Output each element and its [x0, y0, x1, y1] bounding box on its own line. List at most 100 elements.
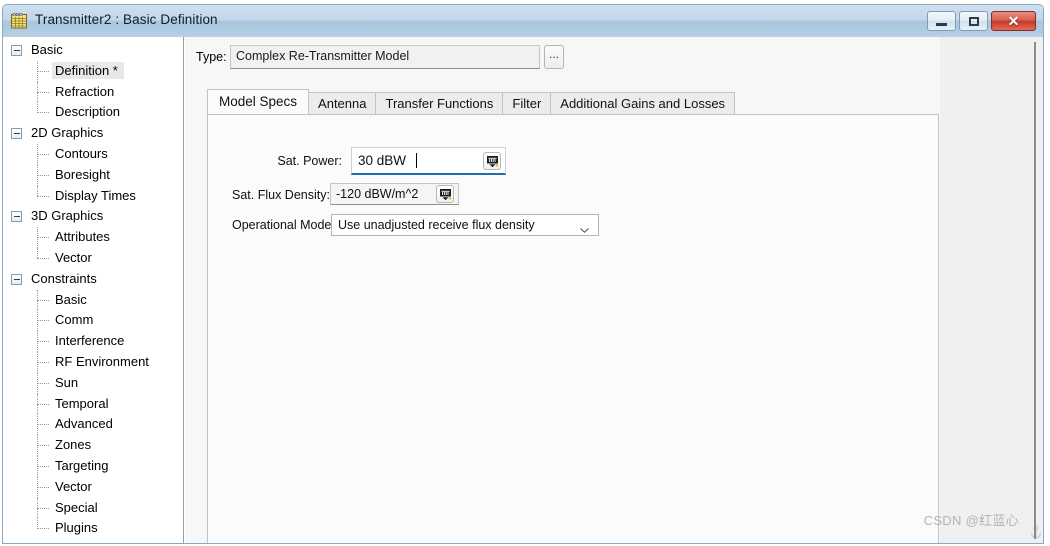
- type-browse-button[interactable]: ...: [544, 45, 564, 69]
- tree-collapse-icon[interactable]: [11, 211, 22, 223]
- sat-power-input[interactable]: 30 dBW: [351, 147, 506, 175]
- tree-collapse-icon[interactable]: [11, 128, 22, 140]
- maximize-button[interactable]: [959, 11, 988, 31]
- tree-item-label: Constraints: [31, 270, 97, 286]
- anchor-icon: [1029, 525, 1043, 539]
- tree-item-interference[interactable]: Interference: [3, 331, 183, 352]
- tab-filter[interactable]: Filter: [502, 92, 552, 114]
- tree-item-label: Boresight: [55, 166, 110, 182]
- tree-connector-line: [37, 102, 38, 113]
- operational-mode-value: Use unadjusted receive flux density: [338, 218, 535, 232]
- type-row: Type: Complex Re-Transmitter Model ...: [185, 45, 1043, 71]
- tree-item-contours[interactable]: Contours: [3, 143, 183, 165]
- sat-flux-density-units-icon[interactable]: [436, 185, 454, 203]
- tree-item-display-times[interactable]: Display Times: [3, 185, 183, 207]
- tree-item-vector[interactable]: Vector: [3, 476, 183, 498]
- tree-item-comm[interactable]: Comm: [3, 310, 183, 332]
- tree-collapse-icon[interactable]: [11, 45, 22, 56]
- tab-transfer-functions[interactable]: Transfer Functions: [375, 92, 504, 114]
- window-titlebar: Transmitter2 : Basic Definition ✕: [3, 5, 1043, 38]
- tree-item-label: Sun: [55, 374, 79, 390]
- tree-item-constraints[interactable]: Constraints: [3, 269, 183, 290]
- tree-connector-dash: [37, 507, 49, 509]
- content-panel: Type: Complex Re-Transmitter Model ... M…: [185, 37, 1043, 543]
- tree-item-refraction[interactable]: Refraction: [3, 81, 183, 103]
- tree-connector-line: [37, 518, 38, 529]
- operational-mode-label: Operational Mode:: [232, 218, 335, 232]
- tree-item-label: Basic: [55, 291, 87, 307]
- close-icon: ✕: [1007, 13, 1020, 29]
- operational-mode-select[interactable]: Use unadjusted receive flux density: [331, 214, 599, 236]
- window-controls: ✕: [927, 11, 1036, 31]
- tree-item-rf-environment[interactable]: RF Environment: [3, 351, 183, 373]
- tree-item-label: Vector: [55, 478, 92, 494]
- properties-tree[interactable]: Basic Definition * Refraction Description 2D…: [3, 37, 184, 543]
- tree-connector-dash: [37, 70, 49, 72]
- tree-item-label: Vector: [55, 249, 92, 265]
- tree-item-label: Temporal: [55, 395, 109, 411]
- tree-connector-dash: [37, 341, 49, 343]
- tree-item-definition[interactable]: Definition *: [3, 60, 183, 82]
- tree-connector-dash: [37, 465, 49, 467]
- tab-model-specs[interactable]: Model Specs: [207, 89, 310, 114]
- type-value-field[interactable]: Complex Re-Transmitter Model: [230, 45, 540, 69]
- tree-item-label: Zones: [55, 437, 92, 453]
- tree-item-label: Advanced: [55, 416, 113, 432]
- tree-item-label: Description: [55, 104, 121, 120]
- tree-item-2d-graphics[interactable]: 2D Graphics: [3, 123, 183, 144]
- tree-connector-dash: [37, 361, 49, 363]
- tree-item-label: Definition *: [52, 61, 124, 79]
- tree-item-label: RF Environment: [55, 353, 149, 369]
- tree-connector-dash: [37, 403, 49, 405]
- tree-connector-dash: [37, 486, 49, 488]
- tree-item-label: Special: [55, 499, 98, 515]
- minimize-button[interactable]: [927, 11, 956, 31]
- tree-connector-dash: [37, 112, 49, 114]
- tree-connector-dash: [37, 528, 49, 530]
- tree-item-label: Contours: [55, 145, 108, 161]
- tree-connector-dash: [37, 257, 49, 259]
- tab-additional-gains-and-losses[interactable]: Additional Gains and Losses: [550, 92, 736, 114]
- close-button[interactable]: ✕: [991, 11, 1036, 31]
- vertical-divider[interactable]: [1034, 42, 1036, 539]
- window-body: Basic Definition * Refraction Description 2D…: [3, 37, 1043, 543]
- tree-item-attributes[interactable]: Attributes: [3, 227, 183, 248]
- tree-item-targeting[interactable]: Targeting: [3, 455, 183, 477]
- tree-item-special[interactable]: Special: [3, 497, 183, 519]
- watermark: CSDN @红蓝心: [923, 513, 1019, 528]
- sat-flux-density-input[interactable]: -120 dBW/m^2: [330, 183, 459, 205]
- tree-item-label: Targeting: [55, 457, 109, 473]
- tree-item-label: Comm: [55, 312, 94, 328]
- tree-connector-dash: [37, 424, 49, 426]
- tree-item-description[interactable]: Description: [3, 102, 183, 123]
- tree-connector-dash: [37, 195, 49, 197]
- tree-item-basic[interactable]: Basic: [3, 40, 183, 61]
- tree-connector-dash: [37, 445, 49, 447]
- tree-item-advanced[interactable]: Advanced: [3, 414, 183, 436]
- grid-document-icon: [11, 13, 28, 29]
- tree-item-zones[interactable]: Zones: [3, 435, 183, 456]
- tree-collapse-icon[interactable]: [11, 273, 22, 285]
- tab-panel-model-specs: Sat. Power: 30 dBW Sat. Flux Density: -1…: [207, 114, 939, 543]
- tree-item-basic[interactable]: Basic: [3, 289, 183, 311]
- tree-item-3d-graphics[interactable]: 3D Graphics: [3, 206, 183, 227]
- tree-item-label: Plugins: [55, 520, 98, 536]
- panel-right-filler: [940, 37, 1043, 543]
- tree-connector-line: [37, 247, 38, 259]
- tree-connector-dash: [37, 237, 49, 239]
- window-title: Transmitter2 : Basic Definition: [35, 12, 218, 27]
- tree-item-boresight[interactable]: Boresight: [3, 164, 183, 186]
- tab-antenna[interactable]: Antenna: [308, 92, 377, 114]
- tree-item-label: Refraction: [55, 83, 115, 99]
- tree-item-plugins[interactable]: Plugins: [3, 518, 183, 539]
- tree-item-label: 3D Graphics: [31, 208, 104, 224]
- transmitter-properties-window: Transmitter2 : Basic Definition ✕ Basic D…: [2, 4, 1044, 544]
- tree-item-vector[interactable]: Vector: [3, 247, 183, 269]
- tree-connector-dash: [37, 91, 49, 93]
- sat-flux-density-label: Sat. Flux Density:: [232, 188, 330, 202]
- tree-item-sun[interactable]: Sun: [3, 372, 183, 394]
- sat-power-units-icon[interactable]: [483, 152, 501, 170]
- tree-item-label: 2D Graphics: [31, 125, 104, 141]
- tree-connector-dash: [37, 320, 49, 322]
- tree-item-temporal[interactable]: Temporal: [3, 393, 183, 415]
